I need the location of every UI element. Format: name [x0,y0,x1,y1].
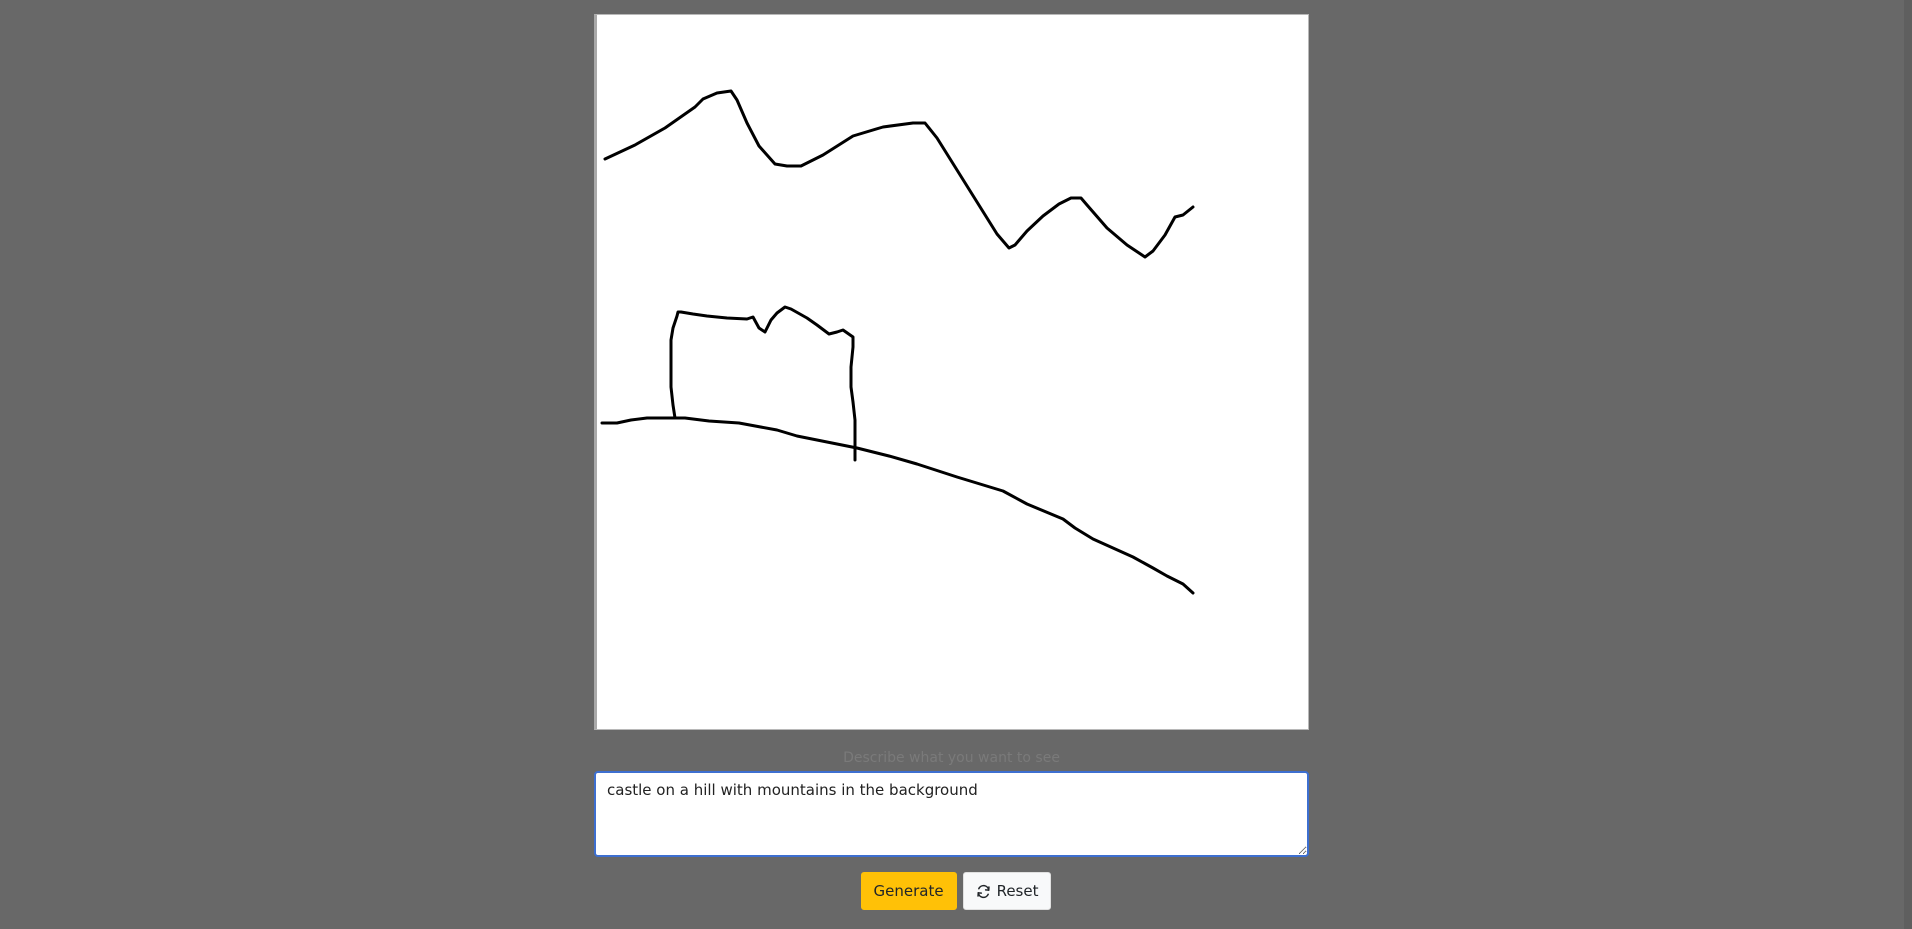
prompt-label: Describe what you want to see [843,750,1060,766]
sketch-strokes [600,89,1195,595]
reset-button-label: Reset [996,882,1039,900]
reset-button[interactable]: Reset [962,872,1052,910]
prompt-input[interactable] [594,771,1309,857]
scrollbar[interactable] [1904,0,1912,929]
mountain-stroke [603,89,1195,259]
drawing-canvas[interactable] [594,14,1309,730]
action-buttons: Generate Reset [0,872,1912,910]
generate-button-label: Generate [873,882,944,900]
castle-stroke [669,305,857,462]
refresh-icon [976,884,991,899]
hill-stroke [600,416,1195,595]
generate-button[interactable]: Generate [860,872,957,910]
